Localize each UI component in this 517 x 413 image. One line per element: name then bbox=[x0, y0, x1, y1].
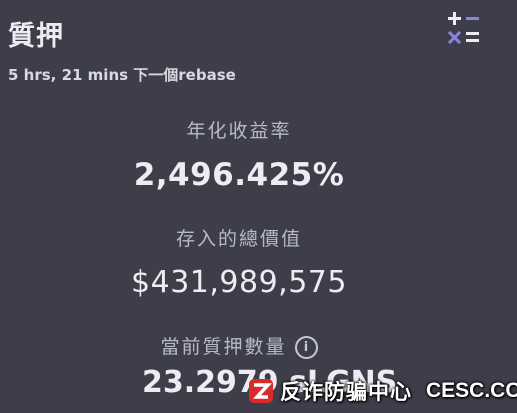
staked-amount-label: 當前質押數量 i bbox=[0, 332, 478, 359]
apy-value: 2,496.425% bbox=[133, 157, 345, 193]
tvl-value: $431,989,575 bbox=[131, 265, 347, 300]
tvl-label: 存入的總價值 bbox=[175, 228, 302, 250]
calculator-icon[interactable] bbox=[446, 11, 480, 45]
page-title: 質押 bbox=[8, 21, 64, 52]
watermark-text: 反诈防骗中心 bbox=[280, 380, 412, 404]
staked-label-text: 當前質押數量 bbox=[160, 336, 287, 358]
watermark-overlay: 反诈防骗中心 CESC.CC 弟 bbox=[248, 372, 517, 410]
info-icon[interactable]: i bbox=[294, 336, 318, 359]
rebase-countdown: 5 hrs, 21 mins 下一個rebase bbox=[8, 66, 236, 84]
watermark-site: CESC.CC bbox=[426, 379, 517, 402]
apy-label: 年化收益率 bbox=[186, 120, 292, 142]
cesc-logo-icon bbox=[249, 379, 273, 403]
